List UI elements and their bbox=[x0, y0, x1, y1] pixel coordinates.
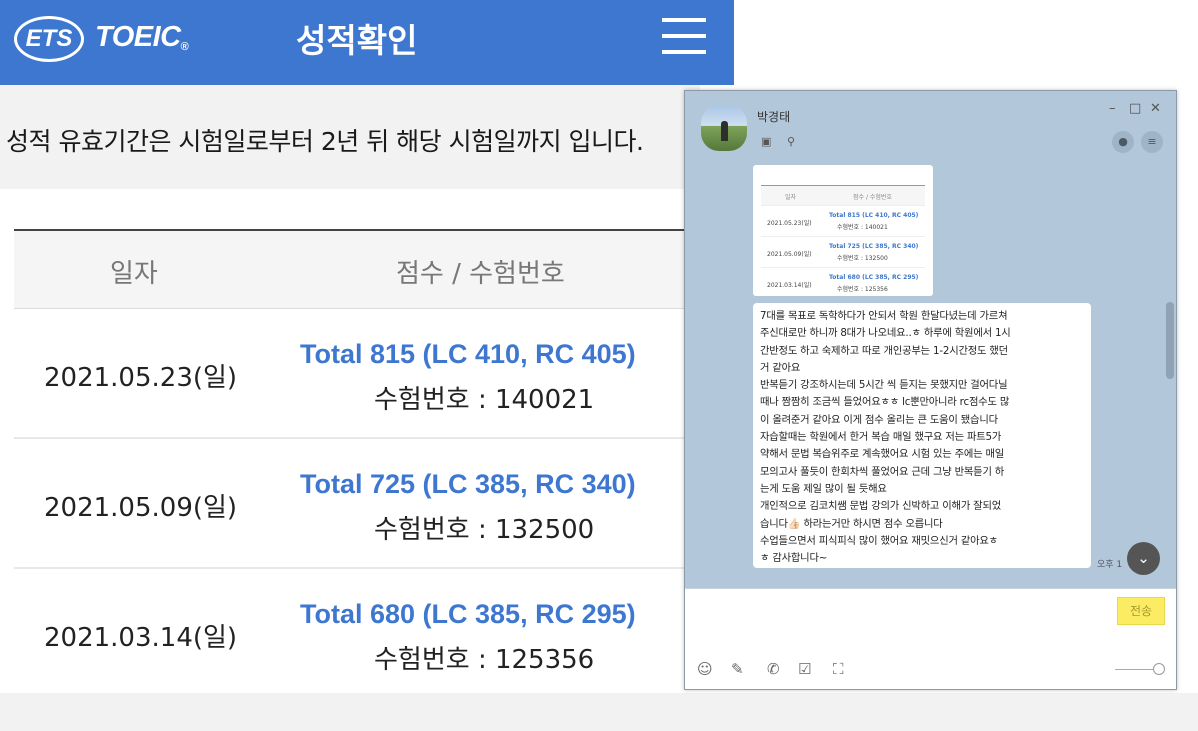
drawer-icon[interactable]: ▣ bbox=[761, 135, 771, 148]
message-line: 습니다👍🏻 하라는거만 하시면 점수 오릅니다 bbox=[760, 517, 943, 530]
message-input-area[interactable]: 전송 ☺ ✎ ✆ ☑ ⛶ bbox=[685, 588, 1176, 689]
message-line: 7대를 목표로 독학하다가 안되서 학원 한달다녔는데 가르쳐 bbox=[760, 310, 1008, 322]
message-line: 이 올려준거 같아요 이게 점수 올리는 큰 도움이 됐습니다 bbox=[760, 413, 998, 426]
menu-icon[interactable]: ≡ bbox=[1141, 131, 1163, 153]
image-row-total: Total 680 (LC 385, RC 295) bbox=[829, 274, 919, 281]
column-header-score: 점수 / 수험번호 bbox=[396, 259, 565, 289]
column-header-date: 일자 bbox=[110, 259, 158, 289]
contact-avatar[interactable] bbox=[701, 105, 747, 151]
message-line: 약해서 문법 복습위주로 계속했어요 시험 있는 주에는 매일 bbox=[760, 448, 1005, 461]
row-total-score[interactable]: Total 815 (LC 410, RC 405) bbox=[300, 339, 636, 370]
row-exam-number: 수험번호 : 132500 bbox=[374, 515, 595, 545]
validity-notice: 성적 유효기간은 시험일로부터 2년 뒤 해당 시험일까지 입니다. bbox=[6, 127, 644, 156]
send-button[interactable]: 전송 bbox=[1117, 597, 1165, 625]
image-col-score: 점수 / 수험번호 bbox=[853, 194, 892, 201]
image-message[interactable]: 일자 점수 / 수험번호 2021.05.23(일) Total 815 (LC… bbox=[753, 165, 933, 296]
row-total-score[interactable]: Total 725 (LC 385, RC 340) bbox=[300, 469, 636, 500]
message-line: 반복듣기 강조하시는데 5시간 씩 듣지는 못했지만 걸어다닐 bbox=[760, 379, 1008, 392]
opacity-slider-handle[interactable] bbox=[1153, 663, 1165, 675]
image-row-date: 2021.05.23(일) bbox=[767, 220, 812, 227]
image-faint-text bbox=[759, 165, 761, 170]
image-row-date: 2021.03.14(일) bbox=[767, 282, 812, 289]
capture-icon[interactable]: ⛶ bbox=[833, 660, 844, 678]
ets-header: ETS TOEIC® 성적확인 bbox=[0, 0, 734, 85]
calendar-icon[interactable]: ☑ bbox=[798, 660, 811, 678]
registered-mark: ® bbox=[180, 41, 189, 53]
attach-icon[interactable]: ✎ bbox=[731, 660, 744, 678]
row-date: 2021.05.09(일) bbox=[44, 493, 238, 523]
page-title: 성적확인 bbox=[296, 21, 418, 60]
table-header: 일자 점수 / 수험번호 bbox=[14, 229, 700, 309]
message-line: 수업들으면서 피식피식 많이 했어요 재밋으신거 같아요ㅎ bbox=[760, 534, 998, 547]
validity-notice-bar: 성적 유효기간은 시험일로부터 2년 뒤 해당 시험일까지 입니다. bbox=[0, 85, 700, 189]
contact-name[interactable]: 박경태 bbox=[757, 108, 790, 125]
message-line: 간반정도 하고 숙제하고 따로 개인공부는 1-2시간정도 했던 bbox=[760, 344, 1008, 357]
hamburger-menu-icon[interactable] bbox=[662, 18, 706, 58]
message-line: 모의고사 풀듯이 한회차씩 풀었어요 근데 그냥 반복듣기 하 bbox=[760, 465, 1005, 478]
text-message-bubble[interactable]: 7대를 목표로 독학하다가 안되서 학원 한달다녔는데 가르쳐 주신대로만 하니… bbox=[753, 303, 1091, 568]
image-row-id: 수험번호 : 140021 bbox=[837, 224, 888, 231]
message-line: 거 같아요 bbox=[760, 361, 801, 374]
row-total-score[interactable]: Total 680 (LC 385, RC 295) bbox=[300, 599, 636, 630]
message-line: 주신대로만 하니까 8대가 나오네요..ㅎ 하루에 학원에서 1시 bbox=[760, 327, 1011, 340]
image-row-total: Total 815 (LC 410, RC 405) bbox=[829, 212, 919, 219]
message-line: ㅎ 감사합니다~ bbox=[760, 552, 828, 565]
row-date: 2021.03.14(일) bbox=[44, 623, 238, 653]
maximize-icon[interactable]: □ bbox=[1129, 101, 1141, 116]
chat-scrollbar[interactable] bbox=[1166, 302, 1174, 379]
bell-icon[interactable]: ● bbox=[1112, 131, 1134, 153]
toeic-brand: TOEIC® bbox=[95, 21, 189, 54]
image-table-row: 2021.03.14(일) Total 680 (LC 385, RC 295)… bbox=[761, 267, 925, 296]
page-footer-strip bbox=[0, 693, 1198, 731]
scroll-down-icon[interactable]: ⌄ bbox=[1127, 542, 1160, 575]
emoticon-icon[interactable]: ☺ bbox=[697, 660, 713, 678]
message-time: 오후 1 bbox=[1097, 560, 1123, 570]
row-exam-number: 수험번호 : 125356 bbox=[374, 645, 595, 675]
image-row-id: 수험번호 : 125356 bbox=[837, 286, 888, 293]
ets-logo[interactable]: ETS bbox=[14, 16, 84, 62]
table-row: 2021.05.09(일) Total 725 (LC 385, RC 340)… bbox=[14, 439, 700, 569]
screen: ETS TOEIC® 성적확인 성적 유효기간은 시험일로부터 2년 뒤 해당 … bbox=[0, 0, 1198, 731]
message-line: 자습할때는 학원에서 한거 복습 매일 했구요 저는 파트5가 bbox=[760, 431, 1002, 444]
row-date: 2021.05.23(일) bbox=[44, 363, 238, 393]
chat-window: 박경태 ▣ ⚲ – □ ✕ ● ≡ 일자 점수 / 수험번호 2021.05.2… bbox=[684, 90, 1177, 690]
message-line: 는게 도움 제일 많이 될 듯해요 bbox=[760, 482, 887, 495]
chat-header: 박경태 ▣ ⚲ – □ ✕ ● ≡ bbox=[685, 91, 1176, 161]
row-exam-number: 수험번호 : 140021 bbox=[374, 385, 595, 415]
minimize-icon[interactable]: – bbox=[1109, 101, 1116, 116]
table-row: 2021.03.14(일) Total 680 (LC 385, RC 295)… bbox=[14, 569, 700, 699]
image-row-date: 2021.05.09(일) bbox=[767, 251, 812, 258]
close-icon[interactable]: ✕ bbox=[1150, 101, 1161, 116]
image-table-header: 일자 점수 / 수험번호 bbox=[761, 185, 925, 205]
table-row: 2021.05.23(일) Total 815 (LC 410, RC 405)… bbox=[14, 309, 700, 439]
ets-logo-text: ETS bbox=[25, 25, 73, 52]
image-table-row: 2021.05.23(일) Total 815 (LC 410, RC 405)… bbox=[761, 205, 925, 236]
image-col-date: 일자 bbox=[785, 194, 797, 201]
toeic-brand-text: TOEIC bbox=[95, 21, 181, 53]
image-table-row: 2021.05.09(일) Total 725 (LC 385, RC 340)… bbox=[761, 236, 925, 267]
image-row-id: 수험번호 : 132500 bbox=[837, 255, 888, 262]
call-icon[interactable]: ✆ bbox=[767, 660, 780, 678]
message-line: 개인적으로 김코치쌤 문법 강의가 신박하고 이해가 잘되었 bbox=[760, 500, 1001, 513]
search-icon[interactable]: ⚲ bbox=[787, 135, 795, 148]
image-row-total: Total 725 (LC 385, RC 340) bbox=[829, 243, 919, 250]
score-table: 일자 점수 / 수험번호 2021.05.23(일) Total 815 (LC… bbox=[14, 229, 700, 699]
message-line: 때나 짬짬히 조금씩 들었어요ㅎㅎ lc뿐만아니라 rc점수도 많 bbox=[760, 396, 1010, 409]
